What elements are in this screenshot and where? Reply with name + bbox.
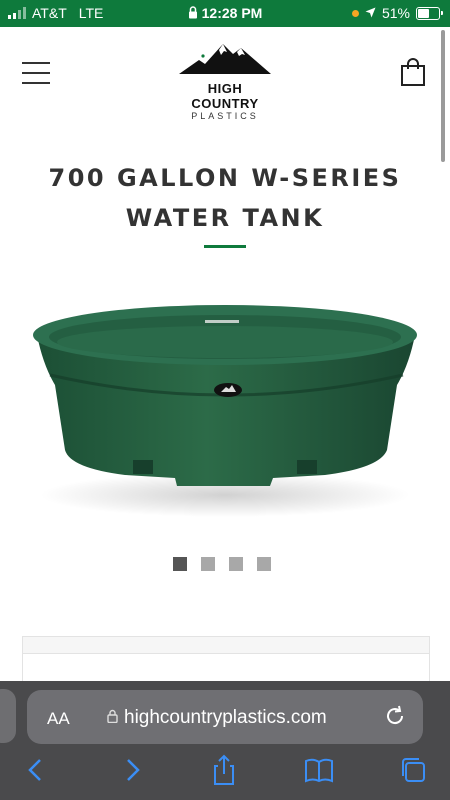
mountain-logo-icon (179, 44, 271, 74)
recording-dot-icon (351, 9, 359, 17)
product-title-line2: WATER TANK (125, 204, 325, 232)
back-icon[interactable] (18, 752, 54, 788)
aa-label: AA (47, 709, 70, 728)
forward-icon[interactable] (114, 752, 150, 788)
site-logo[interactable]: HIGH COUNTRY PLASTICS (175, 40, 275, 121)
carousel-dot-2[interactable] (201, 557, 215, 571)
address-bar[interactable]: AA highcountryplastics.com (27, 690, 423, 744)
previous-tab-preview[interactable] (0, 689, 16, 743)
url-display[interactable]: highcountryplastics.com (107, 707, 327, 729)
share-icon[interactable] (206, 752, 242, 788)
brand-sub: PLASTICS (191, 111, 259, 121)
scrollbar[interactable] (441, 30, 445, 162)
status-bar: AT&T LTE 12:28 PM 51% (0, 0, 450, 27)
product-title: 700 GALLON W-SERIES WATER TANK (30, 158, 420, 238)
product-title-line1: 700 GALLON W-SERIES (48, 164, 402, 192)
reload-icon[interactable] (383, 704, 407, 728)
bookmarks-icon[interactable] (301, 752, 337, 788)
lock-icon (188, 6, 198, 22)
browser-toolbar (0, 752, 450, 796)
tabs-icon[interactable] (396, 752, 432, 788)
menu-icon[interactable] (22, 62, 50, 84)
time-label: 12:28 PM (201, 5, 263, 21)
carousel-dot-4[interactable] (257, 557, 271, 571)
product-image[interactable] (25, 290, 425, 530)
battery-percent: 51% (381, 5, 410, 21)
title-underline (204, 245, 246, 248)
battery-icon (416, 6, 443, 20)
card-header-strip (23, 637, 429, 654)
location-icon (365, 5, 376, 21)
shopping-bag-icon[interactable] (400, 58, 426, 86)
carousel-dot-3[interactable] (229, 557, 243, 571)
carousel-indicators (173, 557, 271, 571)
url-text: highcountryplastics.com (124, 707, 327, 728)
carousel-dot-1[interactable] (173, 557, 187, 571)
brand-name: HIGH COUNTRY (191, 81, 259, 111)
lock-icon (107, 707, 118, 729)
reader-aa-button[interactable]: AA (47, 709, 70, 729)
status-right: 51% (351, 5, 443, 21)
